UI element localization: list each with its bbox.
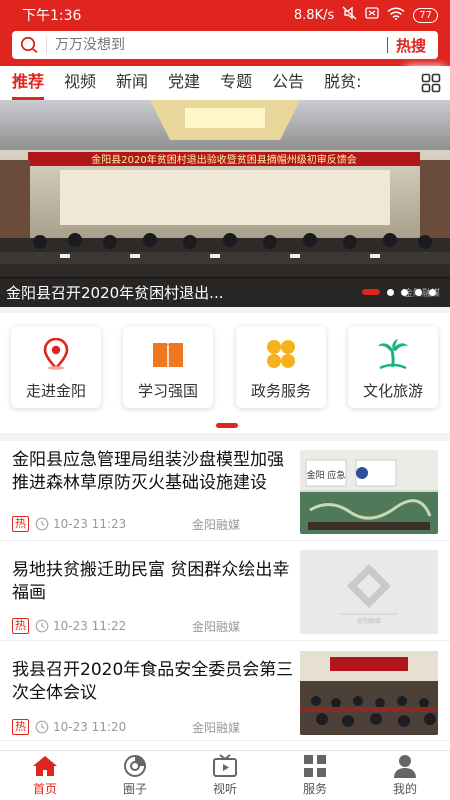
news-meta: 热 10-23 11:23 bbox=[12, 516, 126, 532]
hot-tag: 热 bbox=[12, 516, 29, 532]
carousel-dot[interactable] bbox=[387, 288, 394, 296]
tab-notice[interactable]: 公告 bbox=[272, 66, 304, 100]
user-icon bbox=[393, 754, 417, 778]
nav-label: 首页 bbox=[32, 782, 57, 796]
channel-grid-icon[interactable] bbox=[412, 66, 450, 100]
banner-caption-bar: 金阳县召开2020年贫困村退出... bbox=[0, 277, 450, 307]
clock-icon bbox=[35, 619, 49, 633]
mute-icon bbox=[342, 6, 357, 24]
tab-recommend[interactable]: 推荐 bbox=[12, 66, 45, 100]
search-bar[interactable]: 热搜 bbox=[12, 31, 438, 59]
news-item[interactable]: 我县召开2020年食品安全委员会第三次全体会议 热 10-23 11:20 金阳… bbox=[0, 641, 450, 741]
tv-icon bbox=[212, 754, 238, 778]
quick-link-label: 走进金阳 bbox=[25, 382, 86, 400]
news-title: 金阳县应急管理局组装沙盘模型加强推进森林草原防灭火基础设施建设 bbox=[12, 450, 284, 493]
news-time: 10-23 11:20 bbox=[53, 720, 127, 734]
nav-mine[interactable]: 我的 bbox=[360, 751, 450, 800]
quick-link-xuexi[interactable]: 学习强国 bbox=[123, 326, 213, 408]
hot-tag: 热 bbox=[12, 719, 29, 735]
circle-icon bbox=[123, 754, 147, 778]
tab-poverty[interactable]: 脱贫: bbox=[324, 66, 361, 100]
search-divider bbox=[386, 37, 388, 53]
banner-caption: 金阳县召开2020年贫困村退出... bbox=[6, 283, 224, 302]
home-icon bbox=[32, 754, 58, 778]
category-tabs: 推荐 视频 新闻 党建 专题 公告 脱贫: bbox=[0, 66, 450, 100]
app-header: 下午1:36 8.8K/s 77 热搜 bbox=[0, 0, 450, 66]
news-source: 金阳融媒 bbox=[192, 518, 241, 532]
nav-label: 我的 bbox=[392, 782, 417, 796]
hot-tag: 热 bbox=[12, 618, 29, 634]
news-source: 金阳融媒 bbox=[192, 620, 241, 634]
search-icon bbox=[12, 36, 46, 54]
banner-watermark: 金阳融媒 bbox=[403, 289, 440, 299]
tab-news[interactable]: 新闻 bbox=[116, 66, 148, 100]
quick-links: 走进金阳 学习强国 政务服务 文化旅游 bbox=[0, 313, 450, 433]
news-title: 我县召开2020年食品安全委员会第三次全体会议 bbox=[12, 660, 294, 703]
services-grid-icon bbox=[303, 754, 327, 778]
news-thumbnail bbox=[300, 651, 438, 735]
nav-circle[interactable]: 圈子 bbox=[90, 751, 180, 800]
quick-link-culture-tourism[interactable]: 文化旅游 bbox=[348, 326, 438, 408]
location-pin-icon bbox=[11, 326, 101, 370]
news-item[interactable]: 易地扶贫搬迁助民富 贫困群众绘出幸福画 热 10-23 11:22 金阳融媒 金… bbox=[0, 541, 450, 641]
news-meta: 热 10-23 11:20 bbox=[12, 719, 126, 735]
bottom-nav: 首页 圈子 视听 服务 我的 bbox=[0, 750, 450, 800]
quick-link-visit-jinyang[interactable]: 走进金阳 bbox=[11, 326, 101, 408]
status-bar: 下午1:36 8.8K/s 77 bbox=[0, 0, 450, 30]
news-item[interactable]: 金阳县应急管理局组装沙盘模型加强推进森林草原防灭火基础设施建设 热 10-23 … bbox=[0, 441, 450, 541]
stage-banner-text: 金阳县2020年贫困村退出验收暨贫困县摘帽州级初审反馈会 bbox=[91, 153, 356, 166]
tab-special[interactable]: 专题 bbox=[220, 66, 252, 100]
hot-search-button[interactable]: 热搜 bbox=[396, 35, 438, 56]
news-list: 金阳县应急管理局组装沙盘模型加强推进森林草原防灭火基础设施建设 热 10-23 … bbox=[0, 441, 450, 750]
sim-off-icon bbox=[365, 6, 379, 24]
news-title: 易地扶贫搬迁助民富 贫困群众绘出幸福画 bbox=[12, 560, 290, 603]
banner-carousel[interactable]: 金阳县2020年贫困村退出验收暨贫困县摘帽州级初审反馈会 金阳县召开2020年贫… bbox=[0, 100, 450, 307]
network-speed: 8.8K/s bbox=[293, 7, 335, 23]
battery-indicator: 77 bbox=[413, 7, 438, 23]
tab-party[interactable]: 党建 bbox=[168, 66, 200, 100]
clover-icon bbox=[236, 326, 326, 370]
quick-link-gov-services[interactable]: 政务服务 bbox=[236, 326, 326, 408]
nav-label: 圈子 bbox=[122, 782, 147, 796]
placeholder-logo-text: 金阳融媒 bbox=[357, 617, 381, 625]
nav-media[interactable]: 视听 bbox=[180, 751, 270, 800]
news-thumbnail: 金阳 应急 bbox=[300, 450, 438, 534]
quick-link-label: 文化旅游 bbox=[362, 382, 423, 400]
thumbnail-sign-text: 金阳 应急 bbox=[307, 469, 346, 481]
news-source: 金阳融媒 bbox=[192, 721, 241, 735]
tab-video[interactable]: 视频 bbox=[64, 66, 96, 100]
banner-photo: 金阳县2020年贫困村退出验收暨贫困县摘帽州级初审反馈会 bbox=[0, 100, 450, 307]
nav-label: 服务 bbox=[302, 782, 327, 796]
palm-tree-icon bbox=[348, 326, 438, 370]
news-time: 10-23 11:23 bbox=[53, 517, 127, 531]
clock-icon bbox=[35, 720, 49, 734]
news-meta: 热 10-23 11:22 bbox=[12, 618, 126, 634]
nav-services[interactable]: 服务 bbox=[270, 751, 360, 800]
wifi-icon bbox=[387, 7, 405, 24]
status-time: 下午1:36 bbox=[22, 8, 82, 24]
news-time: 10-23 11:22 bbox=[53, 619, 127, 633]
quick-link-label: 学习强国 bbox=[137, 382, 198, 400]
nav-home[interactable]: 首页 bbox=[0, 751, 90, 800]
news-thumbnail-placeholder: 金阳融媒 bbox=[300, 550, 438, 634]
nav-label: 视听 bbox=[212, 782, 237, 796]
clock-icon bbox=[35, 517, 49, 531]
quick-link-label: 政务服务 bbox=[250, 382, 311, 400]
carousel-dot[interactable] bbox=[362, 289, 380, 295]
search-input[interactable] bbox=[46, 36, 387, 54]
quick-links-page-indicator bbox=[216, 423, 238, 428]
book-icon bbox=[123, 326, 213, 370]
